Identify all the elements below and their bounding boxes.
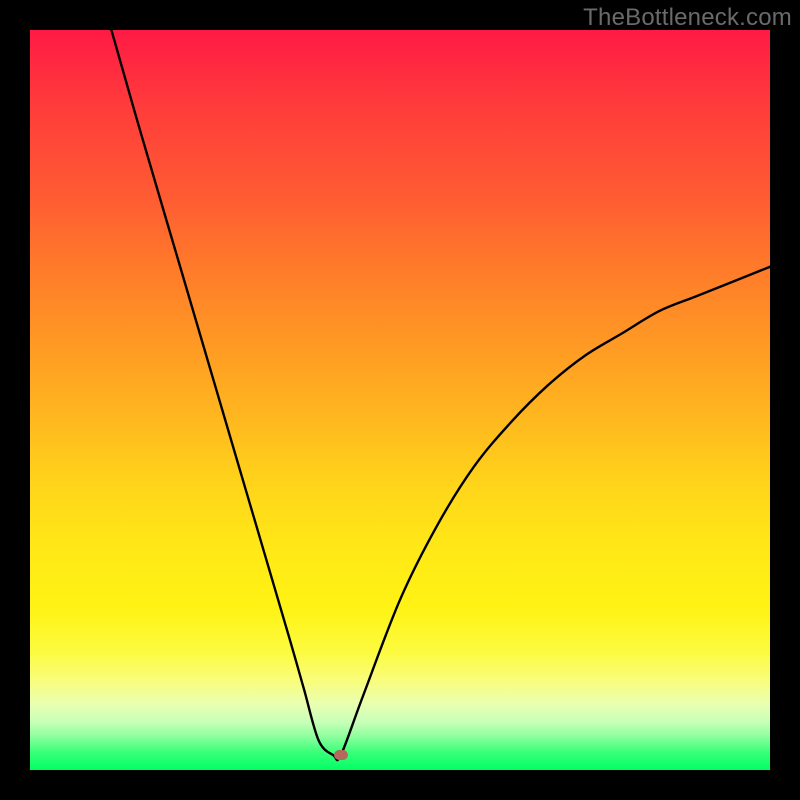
curve-svg <box>30 30 770 770</box>
chart-frame: TheBottleneck.com <box>0 0 800 800</box>
attribution-text: TheBottleneck.com <box>583 4 792 32</box>
curve-path <box>111 30 770 760</box>
plot-area <box>30 30 770 770</box>
curve-minimum-marker <box>334 750 348 760</box>
